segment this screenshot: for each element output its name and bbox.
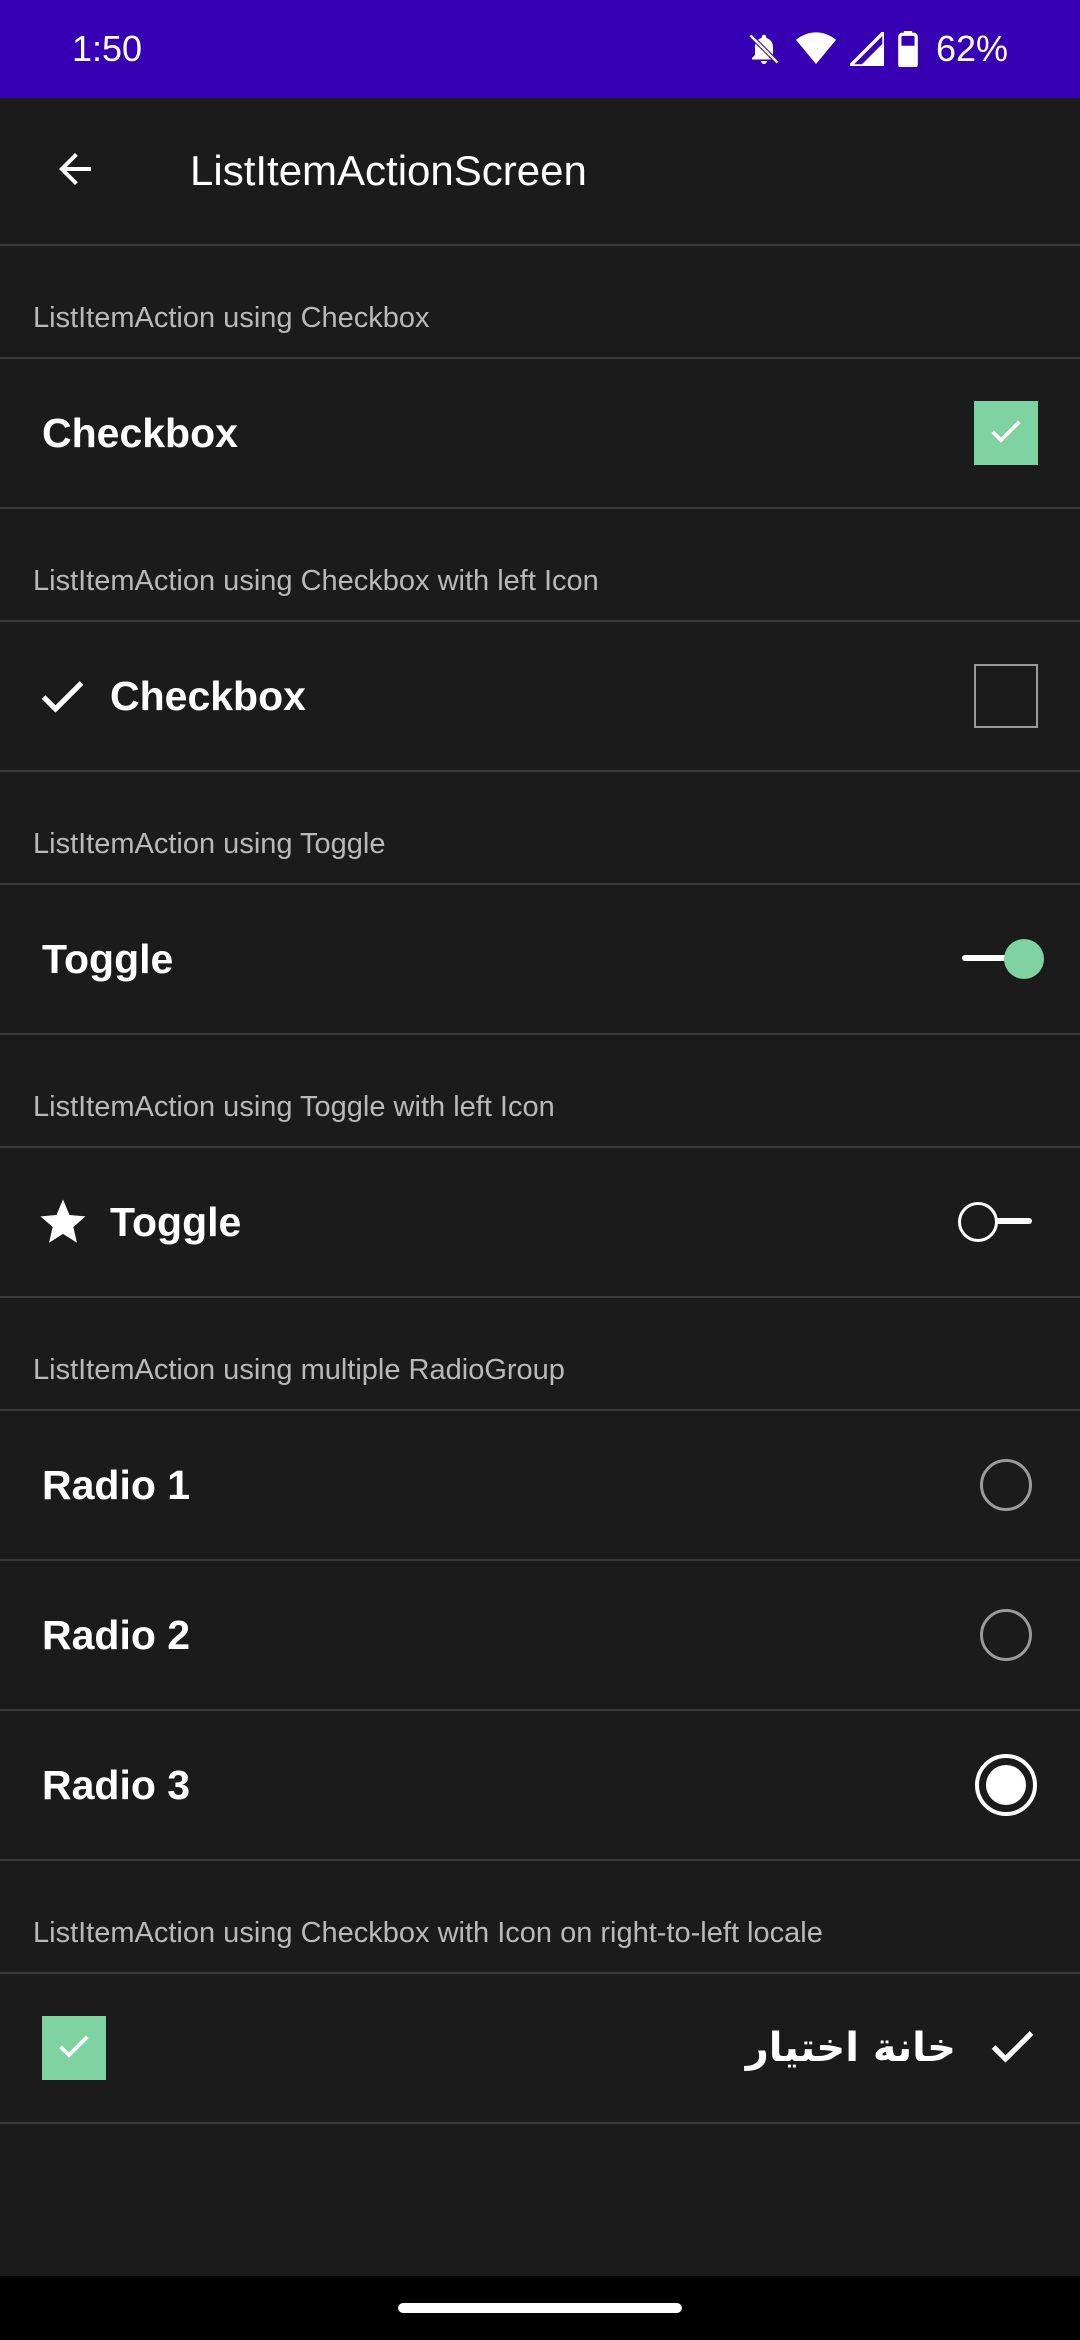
list-item-label: Checkbox [42, 409, 238, 456]
check-icon [986, 2020, 1038, 2077]
back-button[interactable] [0, 97, 150, 245]
list-item-radio-1[interactable]: Radio 1 [0, 1411, 1080, 1561]
radio-button[interactable] [980, 1609, 1032, 1661]
list-item-label: Toggle [42, 935, 174, 982]
list-item-label: Radio 3 [42, 1761, 191, 1808]
check-icon [54, 2026, 94, 2071]
list-item-label: Checkbox [110, 672, 306, 719]
section-header-checkbox-icon: ListItemAction using Checkbox with left … [0, 509, 1080, 622]
check-icon [36, 664, 100, 728]
app-bar: ListItemActionScreen [0, 98, 1080, 246]
section-header-toggle: ListItemAction using Toggle [0, 772, 1080, 885]
toggle-track [994, 1218, 1032, 1224]
radio-dot [986, 1765, 1026, 1805]
checkbox-checked[interactable] [974, 401, 1038, 465]
list-item-label: Radio 2 [42, 1611, 191, 1658]
toggle-switch-off[interactable] [958, 1200, 1038, 1244]
checkbox-checked[interactable] [42, 2016, 106, 2080]
toggle-knob [1004, 939, 1044, 979]
toggle-switch-on[interactable] [958, 937, 1044, 981]
list-item-checkbox[interactable]: Checkbox [0, 359, 1080, 509]
gesture-nav-bar [0, 2276, 1080, 2340]
bell-off-icon [746, 31, 782, 67]
section-header-checkbox: ListItemAction using Checkbox [0, 246, 1080, 359]
battery-percent: 62% [935, 28, 1008, 69]
status-icons: 62% [746, 28, 1008, 70]
list-item-label: خانة اختيار [745, 2025, 956, 2071]
checkbox-unchecked[interactable] [974, 664, 1038, 728]
radio-button[interactable] [980, 1459, 1032, 1511]
battery-icon [898, 31, 918, 67]
section-header-rtl: ListItemAction using Checkbox with Icon … [0, 1861, 1080, 1974]
list-content: ListItemAction using Checkbox Checkbox L… [0, 246, 1080, 2124]
star-icon [36, 1190, 100, 1254]
list-item-label: Toggle [110, 1198, 242, 1245]
home-handle[interactable] [398, 2303, 682, 2313]
toggle-knob [958, 1202, 998, 1242]
wifi-icon [795, 31, 836, 67]
signal-icon [849, 32, 884, 66]
list-item-label: Radio 1 [42, 1461, 191, 1508]
list-item-toggle[interactable]: Toggle [0, 885, 1080, 1035]
list-item-rtl-checkbox[interactable]: خانة اختيار [0, 1974, 1080, 2124]
check-icon [986, 411, 1026, 456]
list-item-toggle-icon[interactable]: Toggle [0, 1148, 1080, 1298]
radio-button-selected[interactable] [975, 1754, 1037, 1816]
section-header-radio: ListItemAction using multiple RadioGroup [0, 1298, 1080, 1411]
list-item-radio-2[interactable]: Radio 2 [0, 1561, 1080, 1711]
list-item-checkbox-icon[interactable]: Checkbox [0, 622, 1080, 772]
page-title: ListItemActionScreen [190, 147, 587, 194]
status-time: 1:50 [72, 28, 143, 69]
list-item-radio-3[interactable]: Radio 3 [0, 1711, 1080, 1861]
section-header-toggle-icon: ListItemAction using Toggle with left Ic… [0, 1035, 1080, 1148]
arrow-left-icon [51, 145, 99, 198]
status-bar: 1:50 62% [0, 0, 1080, 98]
